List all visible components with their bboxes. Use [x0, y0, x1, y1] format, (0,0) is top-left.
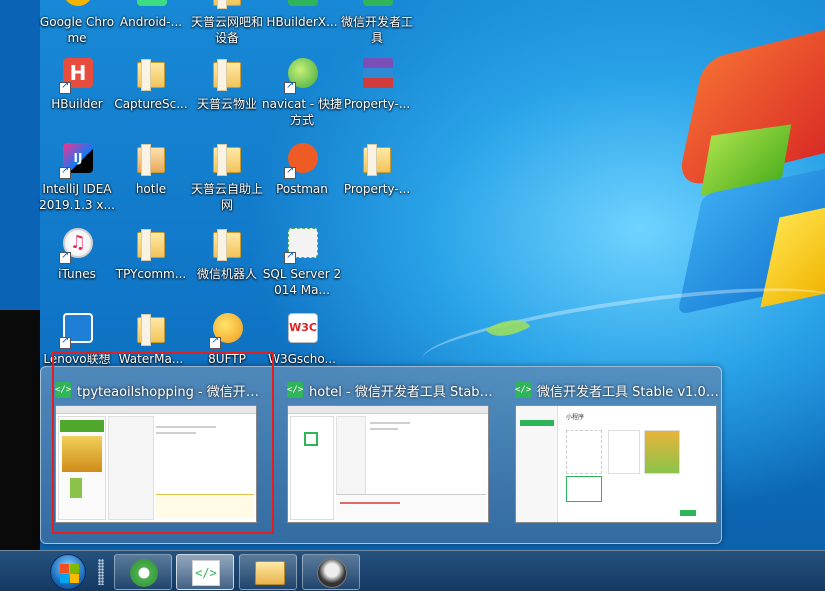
folder-icon	[209, 226, 245, 262]
navicat-icon	[284, 56, 320, 94]
icon-label: hotle	[135, 182, 167, 196]
icon-label: 微信机器人	[196, 267, 257, 281]
folder-icon	[209, 141, 245, 177]
icon-label: Property-...	[343, 97, 411, 111]
desktop-icon-intellij[interactable]: IJ IntelliJ IDEA 2019.1.3 x...	[37, 141, 117, 213]
wechat-devtools-icon: </>	[515, 382, 531, 398]
icon-label: navicat - 快捷方式	[262, 97, 343, 127]
icon-label: IntelliJ IDEA 2019.1.3 x...	[39, 182, 115, 212]
folder-icon	[133, 311, 169, 347]
folder-icon	[133, 226, 169, 262]
icon-label: Android-...	[119, 15, 183, 29]
icon-label: W3Gscho...	[268, 352, 336, 366]
w3c-icon: W3C	[284, 311, 320, 347]
taskbar-button-avatar-app[interactable]	[302, 554, 360, 590]
wechat-devtools-icon: </>	[192, 560, 220, 586]
icon-label: HBuilder	[51, 97, 103, 111]
window-preview-hotel[interactable]: </> hotel - 微信开发者工具 Stable...	[287, 379, 495, 523]
icon-label: 天普云自助上网	[190, 182, 263, 212]
android-studio-icon	[133, 0, 169, 10]
desktop-icon-android[interactable]: Android-...	[111, 0, 191, 30]
icon-label: CaptureSc...	[114, 97, 188, 111]
taskbar-grip[interactable]	[98, 559, 104, 585]
desktop: Google Chrome Android-... 天普云网吧和设备 HBuil…	[0, 0, 825, 591]
desktop-icon-tpycomm[interactable]: TPYcomm...	[111, 226, 191, 282]
ftp-icon	[209, 311, 245, 349]
wechat-devtools-icon: </>	[287, 382, 303, 398]
icon-label: Property-...	[343, 182, 411, 196]
icon-label: Postman	[276, 182, 328, 196]
taskbar: </>	[0, 550, 825, 591]
desktop-icon-itunes[interactable]: ♫ iTunes	[37, 226, 117, 282]
desktop-icon-hotle[interactable]: hotle	[111, 141, 191, 197]
start-button[interactable]	[44, 552, 96, 591]
folder-icon	[133, 141, 169, 177]
preview-title: hotel - 微信开发者工具 Stable...	[309, 384, 493, 400]
window-thumbnail	[287, 405, 489, 523]
desktop-icon-navicat[interactable]: navicat - 快捷方式	[262, 56, 342, 128]
hbuilder-icon: H	[59, 56, 95, 94]
chrome-icon	[59, 0, 95, 10]
preview-title-bar: </> hotel - 微信开发者工具 Stable...	[287, 379, 495, 401]
taskbar-button-wechat-devtools[interactable]: </>	[176, 554, 234, 590]
folder-icon	[133, 56, 169, 92]
desktop-icon-tpy-netbar[interactable]: 天普云网吧和设备	[187, 0, 267, 46]
desktop-icon-tpy-property[interactable]: 天普云物业	[187, 56, 267, 112]
postman-icon	[284, 141, 320, 179]
sql-server-icon	[284, 226, 320, 264]
desktop-icon-hbuilder[interactable]: H HBuilder	[37, 56, 117, 112]
icon-label: iTunes	[58, 267, 96, 281]
intellij-icon: IJ	[59, 141, 95, 179]
desktop-icon-wechat-robot[interactable]: 微信机器人	[187, 226, 267, 282]
winrar-archive-icon	[359, 56, 395, 92]
hbuilderx-icon	[284, 0, 320, 10]
icon-label: TPYcomm...	[115, 267, 187, 281]
icon-label: SQL Server 2014 Ma...	[262, 267, 342, 297]
left-panel-dark	[0, 310, 40, 550]
desktop-icon-property-archive[interactable]: Property-...	[337, 56, 417, 112]
icon-label: 天普云物业	[196, 97, 257, 111]
window-thumbnail: 小程序	[515, 405, 717, 523]
desktop-icon-hbuilderx[interactable]: HBuilderX...	[262, 0, 342, 30]
itunes-icon: ♫	[59, 226, 95, 264]
icon-label: Google Chrome	[39, 15, 115, 45]
desktop-icon-sqlserver[interactable]: SQL Server 2014 Ma...	[262, 226, 342, 298]
taskbar-button-ie[interactable]	[114, 554, 172, 590]
desktop-icon-capturesc[interactable]: CaptureSc...	[111, 56, 191, 112]
highlight-annotation-box	[52, 352, 274, 534]
desktop-icon-tpy-selfservice[interactable]: 天普云自助上网	[187, 141, 267, 213]
wechat-devtools-icon	[359, 0, 395, 10]
folder-icon	[209, 0, 245, 10]
lenovo-icon	[59, 311, 95, 349]
thumb-heading: 小程序	[566, 414, 585, 421]
desktop-icon-property-folder[interactable]: Property-...	[337, 141, 417, 197]
desktop-icon-wechat-devtools[interactable]: 微信开发者工具	[337, 0, 417, 46]
preview-title-bar: </> 微信开发者工具 Stable v1.02.1...	[515, 379, 723, 401]
folder-icon	[209, 56, 245, 92]
folder-icon	[255, 561, 285, 585]
preview-title: 微信开发者工具 Stable v1.02.1...	[537, 384, 721, 400]
icon-label: 天普云网吧和设备	[190, 15, 263, 45]
desktop-icon-postman[interactable]: Postman	[262, 141, 342, 197]
ie-green-icon	[130, 559, 158, 587]
left-panel-strip	[0, 0, 40, 310]
icon-label: 微信开发者工具	[340, 15, 413, 45]
icon-label: HBuilderX...	[266, 15, 338, 29]
windows-start-orb-icon	[50, 554, 86, 590]
avatar	[317, 558, 347, 588]
desktop-icon-chrome[interactable]: Google Chrome	[37, 0, 117, 46]
window-preview-devtools-launcher[interactable]: </> 微信开发者工具 Stable v1.02.1... 小程序	[515, 379, 723, 523]
taskbar-button-explorer[interactable]	[239, 554, 297, 590]
desktop-icon-w3cschool[interactable]: W3C W3Gscho...	[262, 311, 342, 367]
folder-icon	[359, 141, 395, 177]
